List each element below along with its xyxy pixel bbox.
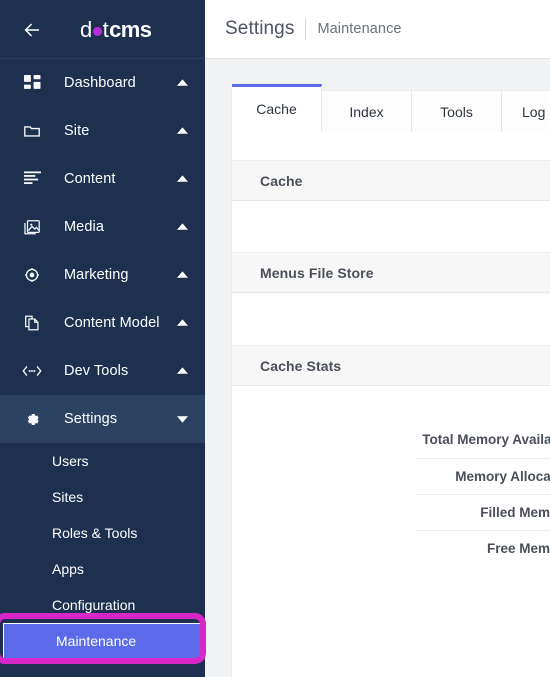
copy-pages-icon (22, 313, 42, 333)
sidebar-item-dev-tools[interactable]: Dev Tools (0, 347, 205, 395)
sidebar-item-label: Settings (64, 411, 118, 427)
main-region: Settings Maintenance Cache Index Tools L… (205, 0, 550, 677)
table-row: Filled Memory (415, 493, 550, 530)
chevron-up-icon[interactable] (175, 76, 189, 90)
chevron-up-icon[interactable] (175, 364, 189, 378)
table-row: Memory Allocated (415, 457, 550, 494)
tab-label: Cache (256, 101, 297, 117)
sidebar-subitem-sites[interactable]: Sites (0, 479, 205, 515)
sidebar-item-label: Dashboard (64, 75, 136, 91)
sidebar-item-settings[interactable]: Settings (0, 395, 205, 443)
sidebar-header: d t cms (0, 0, 205, 59)
sidebar-subitem-label: Apps (52, 561, 84, 577)
dot-circle-icon (92, 26, 102, 36)
sidebar-item-site[interactable]: Site (0, 107, 205, 155)
target-icon (22, 265, 42, 285)
stat-label: Free Memory (415, 529, 550, 566)
sidebar-subitem-apps[interactable]: Apps (0, 551, 205, 587)
sidebar-item-dashboard[interactable]: Dashboard (0, 59, 205, 107)
breadcrumb-divider (305, 18, 307, 40)
sidebar-subitem-configuration[interactable]: Configuration (0, 587, 205, 623)
tab-index[interactable]: Index (322, 90, 412, 132)
section-header-cache-stats: Cache Stats (232, 345, 550, 386)
section-body-menus-file-store (232, 293, 550, 345)
image-stack-icon (22, 217, 42, 237)
chevron-up-icon[interactable] (175, 268, 189, 282)
sidebar-subitem-label: Users (52, 453, 89, 469)
tab-bar: Cache Index Tools Log Files (232, 84, 550, 132)
chevron-down-icon[interactable] (175, 412, 189, 426)
section-title: Menus File Store (260, 264, 374, 281)
sidebar-subitem-label: Configuration (52, 597, 136, 613)
section-body-cache (232, 201, 550, 252)
logo-text-cms: cms (109, 16, 152, 42)
sidebar-nav: Dashboard Site Content Media Marketing C… (0, 59, 205, 677)
sidebar-item-content[interactable]: Content (0, 155, 205, 203)
tab-tools[interactable]: Tools (412, 90, 502, 132)
stat-label: Memory Allocated (415, 457, 550, 494)
content-lines-icon (22, 169, 42, 189)
breadcrumb-secondary[interactable]: Maintenance (317, 21, 401, 37)
sidebar-item-media[interactable]: Media (0, 203, 205, 251)
dotcms-logo[interactable]: d t cms (80, 16, 152, 43)
section-header-cache: Cache (232, 160, 550, 201)
sidebar-item-label: Media (64, 219, 104, 235)
dashboard-icon (22, 73, 42, 93)
chevron-up-icon[interactable] (175, 316, 189, 330)
table-row: Total Memory Available (415, 422, 550, 458)
app-root: d t cms Dashboard Site Content Media Mar… (0, 0, 550, 677)
content-scroll-area: Cache Index Tools Log Files Cache (205, 59, 550, 677)
sidebar-subitem-maintenance[interactable]: Maintenance (3, 623, 202, 659)
code-brackets-icon (22, 361, 42, 381)
section-title: Cache Stats (260, 357, 342, 374)
stat-label: Total Memory Available (422, 432, 550, 448)
chevron-up-icon[interactable] (175, 124, 189, 138)
sidebar: d t cms Dashboard Site Content Media Mar… (0, 0, 206, 677)
card-top-spacer (232, 132, 550, 160)
maintenance-card: Cache Index Tools Log Files Cache (232, 84, 550, 677)
sidebar-item-content-model[interactable]: Content Model (0, 299, 205, 347)
sidebar-subitem-label: Sites (52, 489, 84, 505)
arrow-left-icon[interactable] (20, 18, 44, 42)
breadcrumb: Settings Maintenance (205, 0, 550, 59)
section-header-menus-file-store: Menus File Store (232, 252, 550, 293)
sidebar-subitem-label: Maintenance (56, 633, 137, 649)
table-row: Free Memory (415, 529, 550, 566)
section-title: Cache (260, 172, 303, 189)
sidebar-item-label: Site (64, 123, 90, 139)
sidebar-item-label: Content (64, 171, 116, 187)
tab-label: Log Files (522, 103, 550, 120)
logo-text-t: t (102, 16, 109, 42)
memory-stats-table: Total Memory Available Memory Allocated … (415, 422, 550, 566)
tab-cache[interactable]: Cache (232, 84, 322, 132)
sidebar-item-label: Dev Tools (64, 363, 129, 379)
stat-label: Filled Memory (415, 493, 550, 530)
sidebar-item-label: Content Model (64, 315, 160, 331)
sidebar-subitem-roles-and-tools[interactable]: Roles & Tools (0, 515, 205, 551)
tab-label: Tools (440, 103, 473, 120)
sidebar-subitem-users[interactable]: Users (0, 443, 205, 479)
tab-label: Index (349, 103, 384, 120)
tab-log-files[interactable]: Log Files (502, 90, 550, 132)
sidebar-item-marketing[interactable]: Marketing (0, 251, 205, 299)
sidebar-subitem-label: Roles & Tools (52, 525, 138, 541)
chevron-up-icon[interactable] (175, 220, 189, 234)
folder-icon (22, 121, 42, 141)
chevron-up-icon[interactable] (175, 172, 189, 186)
sidebar-item-label: Marketing (64, 267, 129, 283)
logo-text-d: d (80, 16, 92, 42)
gear-icon (22, 409, 42, 429)
breadcrumb-primary[interactable]: Settings (225, 18, 294, 40)
memory-stats-region: Total Memory Available Memory Allocated … (232, 386, 550, 566)
